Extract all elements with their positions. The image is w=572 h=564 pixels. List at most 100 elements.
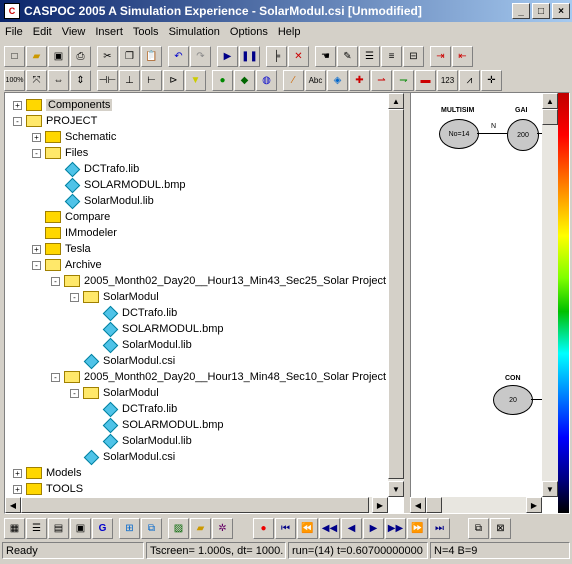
undo-icon[interactable]: ↶ — [168, 45, 189, 67]
collapse-icon[interactable]: - — [70, 388, 79, 398]
block-icon[interactable]: ▬ — [415, 69, 436, 91]
expand-icon[interactable]: + — [13, 484, 22, 494]
edit-icon[interactable]: ✎ — [337, 45, 358, 67]
forward-icon[interactable]: ▶▶ — [385, 517, 406, 539]
scope-icon[interactable]: ⩘ — [459, 69, 480, 91]
scroll-right-button[interactable]: ▶ — [372, 497, 388, 513]
schematic-vertical-scrollbar[interactable]: ▲ ▼ — [542, 93, 558, 497]
maximize-button[interactable]: □ — [532, 3, 550, 19]
zoom-100-icon[interactable]: 100% — [4, 69, 25, 91]
pause-icon[interactable]: ❚❚ — [239, 45, 260, 67]
tree-folder-item[interactable]: + TOOLS — [13, 481, 83, 497]
menu-simulation[interactable]: Simulation — [164, 26, 225, 38]
tree-file-item[interactable]: DCTrafo.lib — [89, 305, 177, 321]
save-icon[interactable]: ▣ — [48, 45, 69, 67]
node-icon[interactable]: ✚ — [349, 69, 370, 91]
fast-forward-icon[interactable]: ⏩ — [407, 517, 428, 539]
document-icon[interactable]: ☰ — [26, 517, 47, 539]
menu-tools[interactable]: Tools — [128, 26, 164, 38]
collapse-icon[interactable]: - — [32, 148, 41, 158]
scroll-thumb[interactable] — [388, 109, 404, 479]
schem-scroll-right[interactable]: ▶ — [526, 497, 542, 513]
run-icon[interactable]: ▶ — [217, 45, 238, 67]
tree-file-item[interactable]: DCTrafo.lib — [51, 161, 139, 177]
layout-icon[interactable]: ▦ — [4, 517, 25, 539]
arrow-left-icon[interactable]: ⇤ — [452, 45, 473, 67]
open-folder-icon[interactable]: ▰ — [26, 45, 47, 67]
palette-icon[interactable]: ● — [212, 69, 233, 91]
windows-icon[interactable]: ⧉ — [141, 517, 162, 539]
tree-folder-item[interactable]: + Tesla — [32, 241, 91, 257]
tree-folder-item[interactable]: - SolarModul — [70, 289, 159, 305]
tree-horizontal-scrollbar[interactable]: ◀ ▶ — [5, 497, 388, 513]
schem-scroll-down[interactable]: ▼ — [542, 481, 558, 497]
play-icon[interactable]: ▶ — [363, 517, 384, 539]
schem-scroll-up[interactable]: ▲ — [542, 93, 558, 109]
image-icon[interactable]: ▨ — [168, 517, 189, 539]
collapse-icon[interactable]: - — [51, 276, 60, 286]
export-icon[interactable]: ⊠ — [490, 517, 511, 539]
delete-icon[interactable]: ✕ — [288, 45, 309, 67]
refresh-g-icon[interactable]: G — [92, 517, 113, 539]
fit-width-icon[interactable]: ⇔ — [48, 69, 69, 91]
window-icon[interactable]: ⊞ — [119, 517, 140, 539]
collapse-icon[interactable]: - — [51, 372, 60, 382]
first-frame-icon[interactable]: ⏮ — [275, 517, 296, 539]
menu-options[interactable]: Options — [225, 26, 273, 38]
scroll-left-button[interactable]: ◀ — [5, 497, 21, 513]
cut-icon[interactable]: ✂ — [97, 45, 118, 67]
tree-file-item[interactable]: SOLARMODUL.bmp — [51, 177, 185, 193]
chip-icon[interactable]: ▣ — [70, 517, 91, 539]
schem-scroll-left[interactable]: ◀ — [410, 497, 426, 513]
wire-red-icon[interactable]: ⇀ — [371, 69, 392, 91]
tree-folder-item[interactable]: - SolarModul — [70, 385, 159, 401]
last-frame-icon[interactable]: ⏭ — [429, 517, 450, 539]
menu-view[interactable]: View — [57, 26, 91, 38]
gai-block[interactable]: 200 — [507, 119, 539, 151]
rewind-icon[interactable]: ◀◀ — [319, 517, 340, 539]
tree-file-item[interactable]: SolarModul.csi — [70, 353, 175, 369]
components-icon[interactable]: ◆ — [234, 69, 255, 91]
zoom-fit-icon[interactable]: ⤧ — [26, 69, 47, 91]
fit-height-icon[interactable]: ⇕ — [70, 69, 91, 91]
vflip-icon[interactable]: ⊥ — [119, 69, 140, 91]
tree-folder-item[interactable]: - 2005_Month02_Day20__Hour13_Min43_Sec25_… — [51, 273, 386, 289]
multisim-block[interactable]: No=14 — [439, 119, 479, 149]
folder-image-icon[interactable]: ▰ — [190, 517, 211, 539]
expand-icon[interactable]: + — [32, 244, 41, 254]
text-icon[interactable]: Abc — [305, 69, 326, 91]
tree-vertical-scrollbar[interactable]: ▲ ▼ — [388, 93, 404, 497]
settings-icon[interactable]: ✲ — [212, 517, 233, 539]
tree-file-item[interactable]: SolarModul.lib — [51, 193, 154, 209]
wire-icon[interactable]: ╞ — [266, 45, 287, 67]
hflip-icon[interactable]: ⊣⊢ — [97, 69, 118, 91]
hscroll-thumb[interactable] — [21, 497, 369, 513]
schematic-horizontal-scrollbar[interactable]: ◀ ▶ — [410, 497, 542, 513]
schematic-view[interactable]: MULTISIM No=14 N GAI 200 CON 20 — [410, 93, 547, 497]
tree-file-item[interactable]: SOLARMODUL.bmp — [89, 417, 223, 433]
wire-green-icon[interactable]: ⇁ — [393, 69, 414, 91]
hand-icon[interactable]: ☚ — [315, 45, 336, 67]
expand-icon[interactable]: + — [13, 100, 22, 110]
fast-rewind-icon[interactable]: ⏪ — [297, 517, 318, 539]
expand-icon[interactable]: + — [13, 468, 22, 478]
crosshair-icon[interactable]: ✛ — [481, 69, 502, 91]
tree-folder-item[interactable]: - Files — [32, 145, 88, 161]
tree-folder-item[interactable]: Compare — [32, 209, 110, 225]
brush-icon[interactable]: ⁄ — [283, 69, 304, 91]
tree-folder-item[interactable]: IMmodeler — [32, 225, 117, 241]
globe-icon[interactable]: ◍ — [256, 69, 277, 91]
record-icon[interactable]: ● — [253, 517, 274, 539]
schem-scroll-thumb[interactable] — [542, 109, 558, 125]
menu-help[interactable]: Help — [273, 26, 306, 38]
paste-icon[interactable]: 📋 — [141, 45, 162, 67]
tree-file-item[interactable]: SOLARMODUL.bmp — [89, 321, 223, 337]
tree-folder-item[interactable]: - Archive — [32, 257, 102, 273]
tree-folder-item[interactable]: + Schematic — [32, 129, 116, 145]
collapse-icon[interactable]: - — [32, 260, 41, 270]
tree-file-item[interactable]: SolarModul.csi — [70, 449, 175, 465]
tree-folder-item[interactable]: + Models — [13, 465, 81, 481]
collapse-icon[interactable]: - — [70, 292, 79, 302]
arrow-right-icon[interactable]: ⇥ — [430, 45, 451, 67]
copy-icon[interactable]: ❐ — [119, 45, 140, 67]
